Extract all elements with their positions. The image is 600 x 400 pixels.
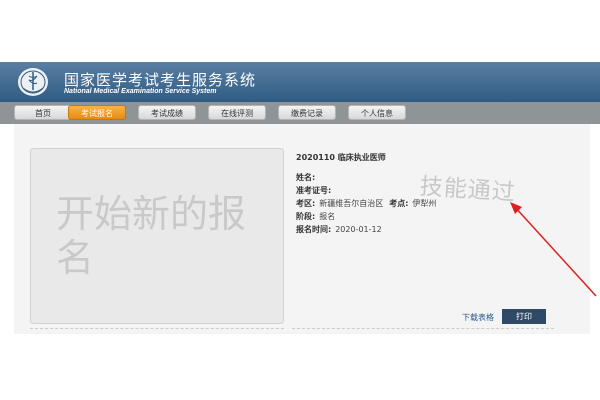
region-value: 新疆维吾尔自治区 [319, 199, 384, 208]
page: 国家医学考试考生服务系统 National Medical Examinatio… [0, 0, 600, 400]
site-title: 国家医学考试考生服务系统 [64, 71, 257, 89]
divider [30, 328, 284, 329]
print-button[interactable]: 打印 [502, 309, 546, 324]
tab-personal-info[interactable]: 个人信息 [348, 105, 406, 120]
info-stage-row: 阶段: 报名 [296, 211, 335, 222]
stage-value: 报名 [319, 212, 336, 221]
exam-title: 2020110 临床执业医师 [296, 153, 386, 162]
info-name-row: 姓名: [296, 172, 319, 183]
emblem-logo-icon [18, 68, 48, 96]
name-label: 姓名: [296, 173, 316, 182]
tab-online-assessment[interactable]: 在线评测 [208, 105, 266, 120]
info-date-row: 报名时间: 2020-01-12 [296, 224, 382, 235]
ticket-label: 准考证号: [296, 186, 332, 195]
divider [292, 328, 554, 329]
region-label: 考区: [296, 199, 316, 208]
tab-home[interactable]: 首页 [14, 105, 72, 120]
site-subtitle: National Medical Examination Service Sys… [64, 88, 217, 95]
site-label: 考点: [389, 199, 409, 208]
date-value: 2020-01-12 [335, 225, 382, 234]
info-region-row: 考区: 新疆维吾尔自治区 考点: 伊犁州 [296, 198, 436, 209]
info-ticket-row: 准考证号: [296, 185, 335, 196]
new-registration-label[interactable]: 开始新的报名 [56, 192, 256, 280]
download-form-link[interactable]: 下载表格 [462, 312, 494, 323]
tab-exam-registration[interactable]: 考试报名 [68, 105, 126, 120]
main-nav: 首页 考试报名 考试成绩 在线评测 缴费记录 个人信息 [0, 102, 600, 124]
date-label: 报名时间: [296, 225, 332, 234]
status-stamp: 技能通过 [419, 173, 517, 207]
tab-payment-records[interactable]: 缴费记录 [278, 105, 336, 120]
tab-exam-scores[interactable]: 考试成绩 [138, 105, 196, 120]
stage-label: 阶段: [296, 212, 316, 221]
